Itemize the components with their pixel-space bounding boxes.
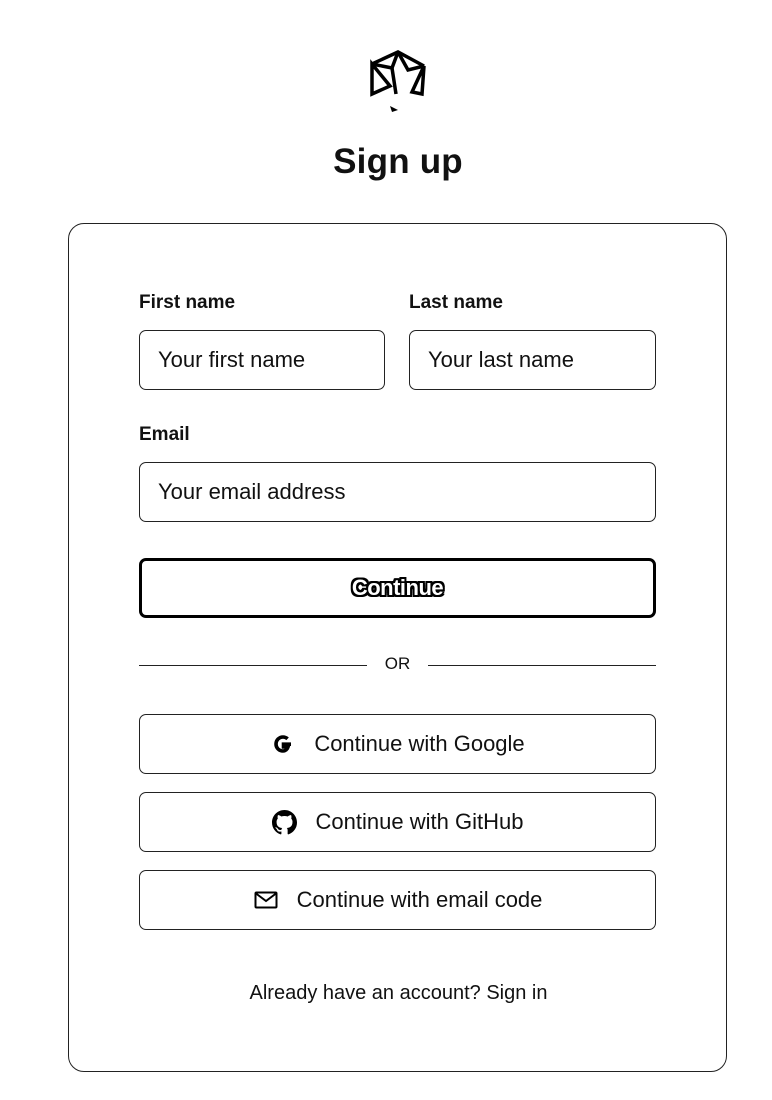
signup-card: First name Last name Email Continue OR C… (68, 223, 727, 1072)
signup-page: Sign up First name Last name Email Conti… (0, 0, 772, 1100)
signin-link[interactable]: Sign in (486, 982, 547, 1004)
continue-button-label: Continue (351, 575, 444, 600)
continue-with-github-button[interactable]: Continue with GitHub (139, 792, 656, 852)
email-field[interactable] (139, 462, 656, 522)
divider-text: OR (384, 654, 411, 673)
first-name-label: First name (139, 292, 236, 313)
prism-logo-icon (364, 46, 430, 114)
page-title: Sign up (333, 142, 463, 181)
signin-prompt-text: Already have an account? (249, 982, 481, 1004)
continue-with-google-button[interactable]: Continue with Google (139, 714, 656, 774)
last-name-field[interactable] (409, 330, 656, 390)
google-icon (270, 731, 296, 757)
github-icon (272, 809, 298, 835)
signin-prompt: Already have an account? Sign in (69, 982, 728, 1005)
first-name-field[interactable] (139, 330, 385, 390)
google-button-label: Continue with Google (314, 731, 525, 756)
github-button-label: Continue with GitHub (315, 809, 524, 834)
email-code-button-label: Continue with email code (296, 887, 543, 912)
last-name-label: Last name (409, 292, 503, 313)
mail-icon (253, 887, 279, 913)
continue-with-email-code-button[interactable]: Continue with email code (139, 870, 656, 930)
continue-button[interactable]: Continue (139, 558, 656, 618)
or-divider: OR (139, 654, 656, 678)
divider-line-right (428, 665, 656, 666)
email-label: Email (139, 424, 190, 445)
